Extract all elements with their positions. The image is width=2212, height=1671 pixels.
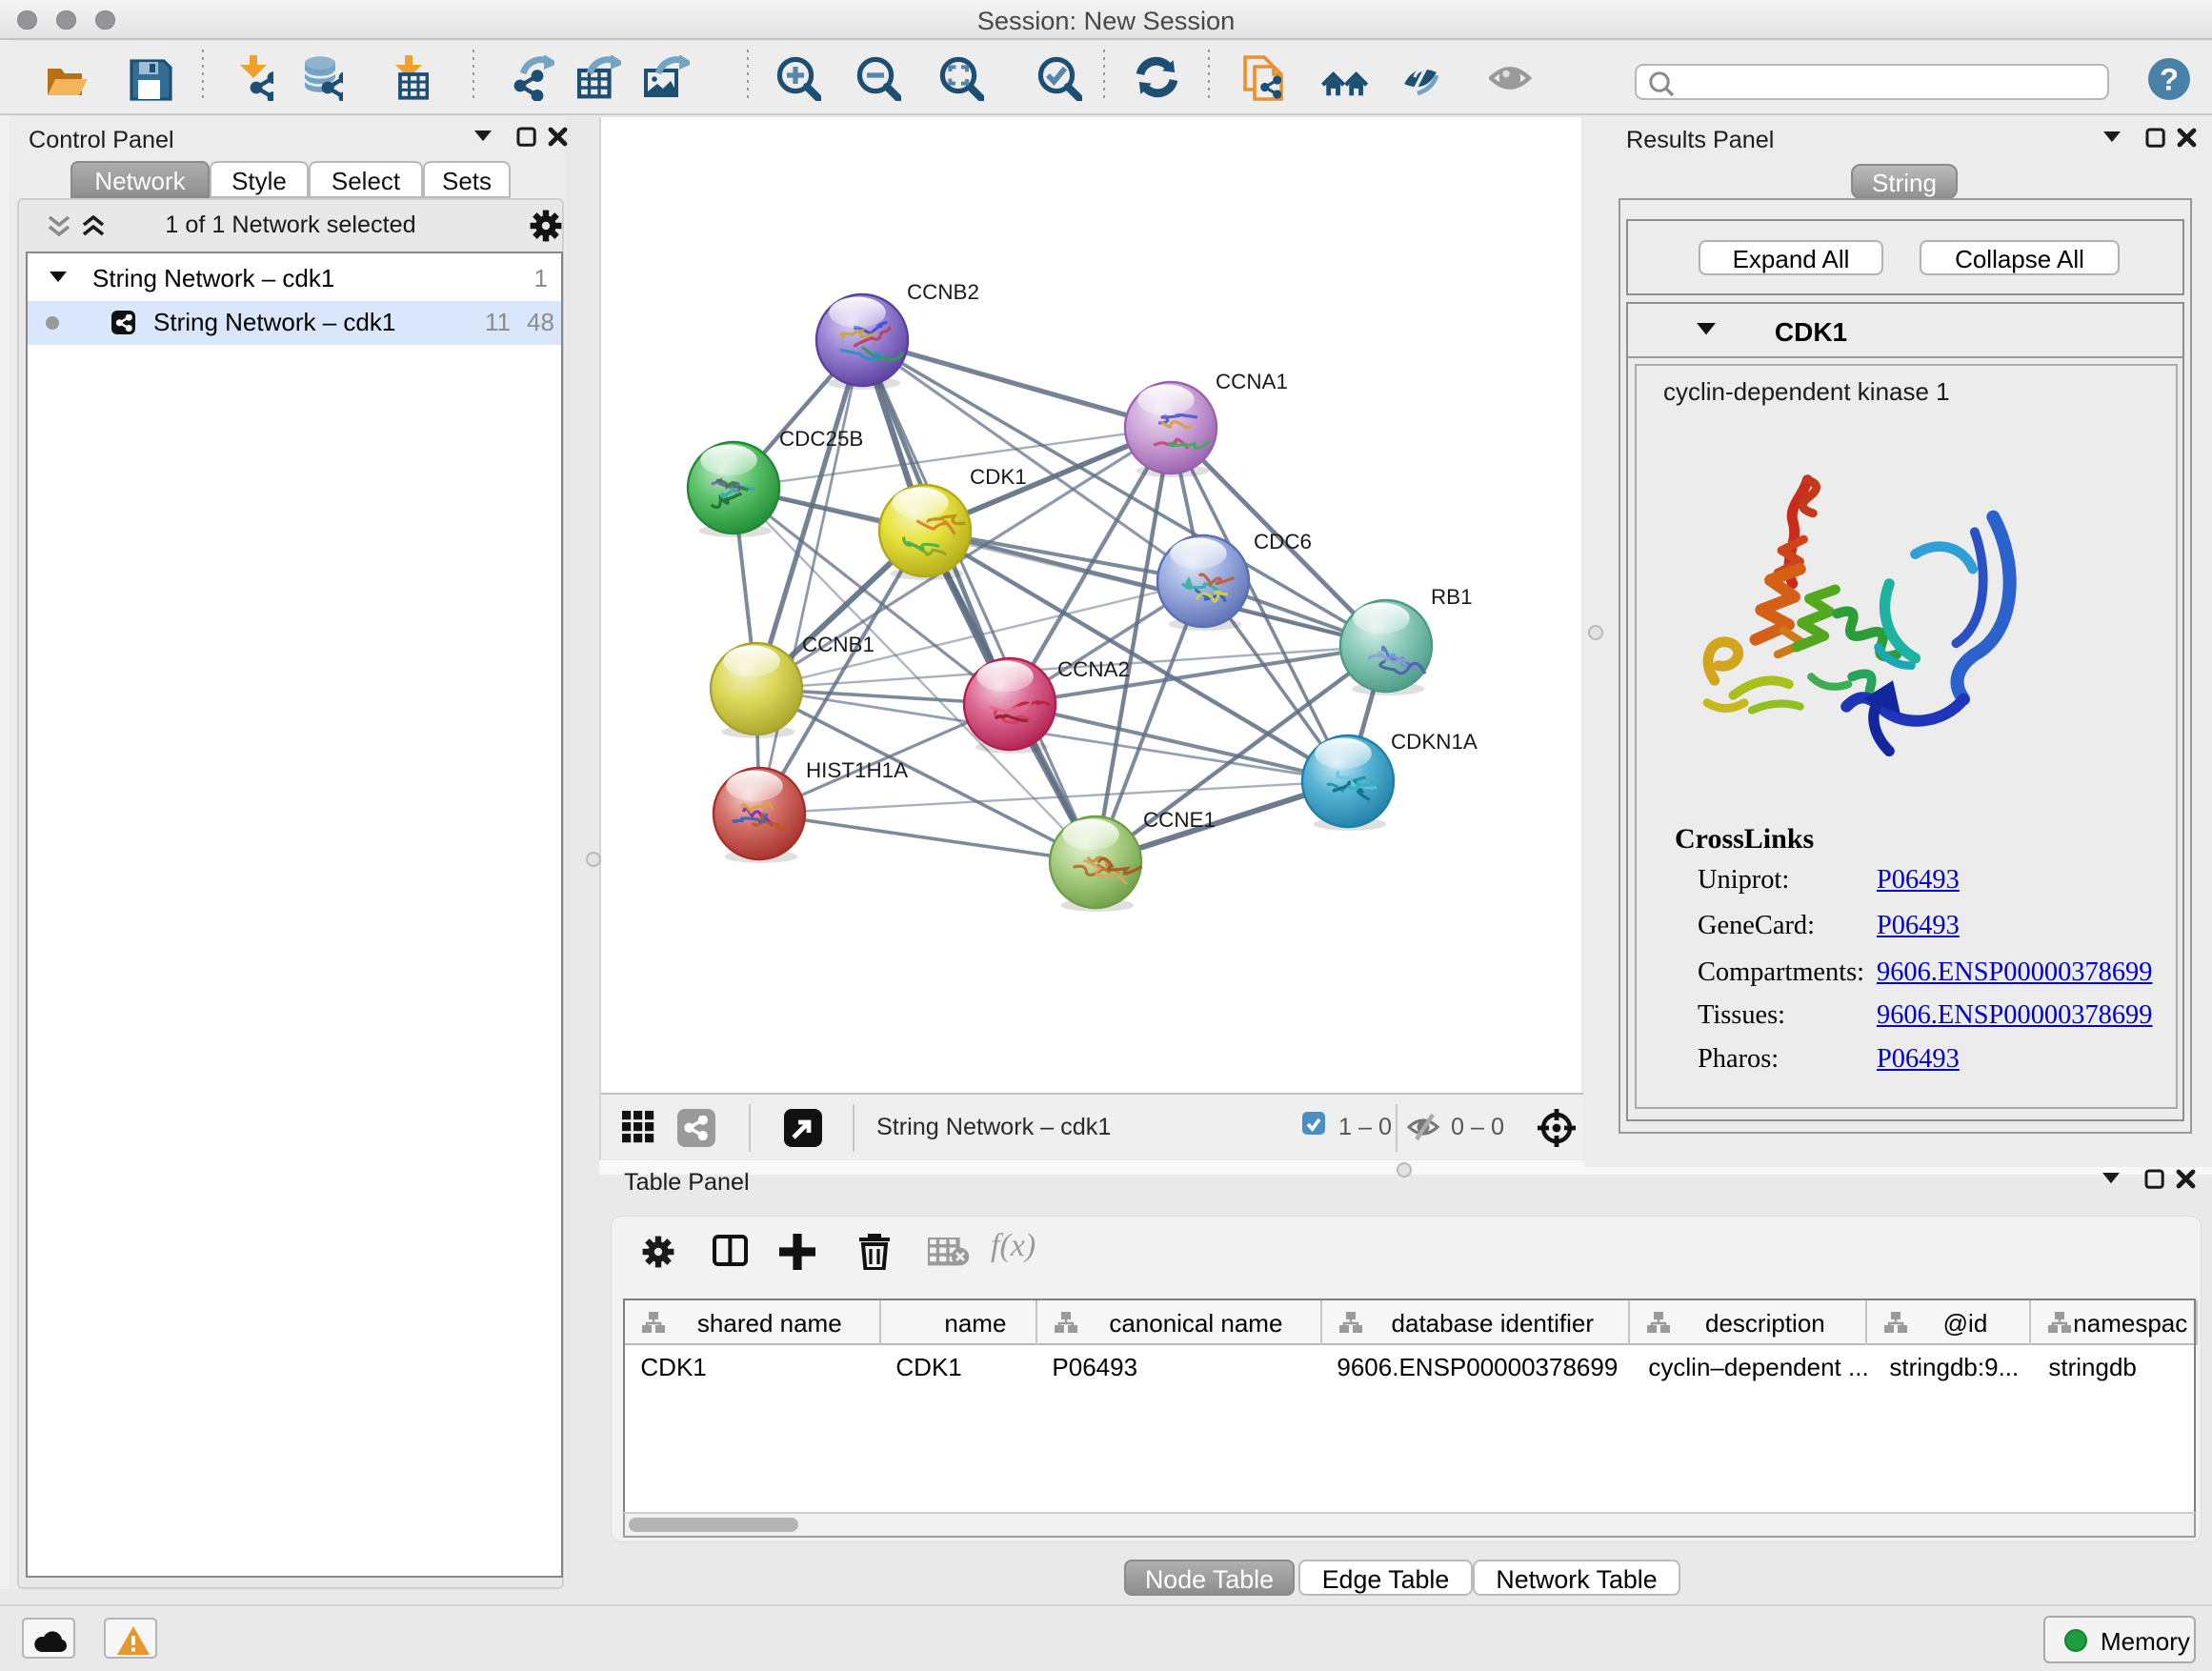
svg-text:CCNB2: CCNB2 — [907, 280, 979, 304]
svg-text:CDC6: CDC6 — [1254, 530, 1312, 554]
svg-text:CCNB1: CCNB1 — [802, 633, 875, 656]
svg-text:CDKN1A: CDKN1A — [1391, 730, 1478, 754]
svg-text:CCNE1: CCNE1 — [1143, 808, 1216, 832]
svg-text:CCNA2: CCNA2 — [1057, 657, 1130, 681]
svg-text:CDC25B: CDC25B — [779, 427, 863, 451]
svg-text:CCNA1: CCNA1 — [1216, 370, 1288, 393]
svg-text:CDK1: CDK1 — [970, 465, 1027, 489]
svg-text:?: ? — [2160, 61, 2179, 96]
svg-text:RB1: RB1 — [1431, 585, 1473, 609]
svg-text:HIST1H1A: HIST1H1A — [806, 758, 908, 782]
